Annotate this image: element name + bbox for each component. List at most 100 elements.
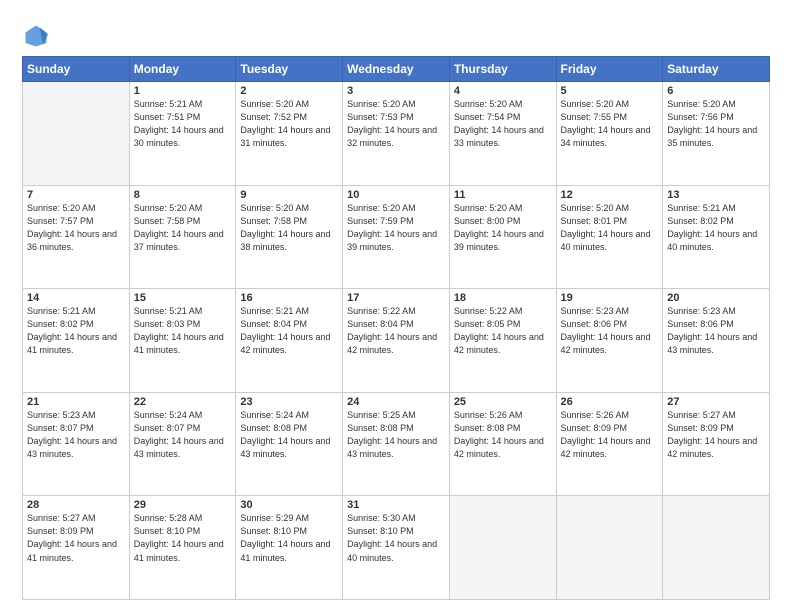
day-info: Sunrise: 5:20 AMSunset: 7:58 PMDaylight:… — [134, 202, 232, 254]
day-info: Sunrise: 5:20 AMSunset: 8:00 PMDaylight:… — [454, 202, 552, 254]
calendar-day-header: Wednesday — [343, 57, 450, 82]
calendar-cell: 13Sunrise: 5:21 AMSunset: 8:02 PMDayligh… — [663, 185, 770, 289]
day-number: 10 — [347, 189, 445, 201]
day-info: Sunrise: 5:23 AMSunset: 8:06 PMDaylight:… — [561, 305, 659, 357]
day-info: Sunrise: 5:20 AMSunset: 7:58 PMDaylight:… — [240, 202, 338, 254]
day-info: Sunrise: 5:20 AMSunset: 7:53 PMDaylight:… — [347, 98, 445, 150]
day-number: 1 — [134, 85, 232, 97]
day-info: Sunrise: 5:20 AMSunset: 8:01 PMDaylight:… — [561, 202, 659, 254]
calendar-day-header: Monday — [129, 57, 236, 82]
day-info: Sunrise: 5:22 AMSunset: 8:05 PMDaylight:… — [454, 305, 552, 357]
day-info: Sunrise: 5:20 AMSunset: 7:56 PMDaylight:… — [667, 98, 765, 150]
calendar-cell: 23Sunrise: 5:24 AMSunset: 8:08 PMDayligh… — [236, 392, 343, 496]
day-info: Sunrise: 5:27 AMSunset: 8:09 PMDaylight:… — [667, 409, 765, 461]
calendar-cell: 20Sunrise: 5:23 AMSunset: 8:06 PMDayligh… — [663, 289, 770, 393]
day-info: Sunrise: 5:22 AMSunset: 8:04 PMDaylight:… — [347, 305, 445, 357]
day-number: 23 — [240, 396, 338, 408]
day-info: Sunrise: 5:20 AMSunset: 7:55 PMDaylight:… — [561, 98, 659, 150]
day-info: Sunrise: 5:29 AMSunset: 8:10 PMDaylight:… — [240, 512, 338, 564]
calendar-cell: 18Sunrise: 5:22 AMSunset: 8:05 PMDayligh… — [449, 289, 556, 393]
calendar-cell: 12Sunrise: 5:20 AMSunset: 8:01 PMDayligh… — [556, 185, 663, 289]
calendar-cell: 31Sunrise: 5:30 AMSunset: 8:10 PMDayligh… — [343, 496, 450, 600]
day-info: Sunrise: 5:21 AMSunset: 8:02 PMDaylight:… — [27, 305, 125, 357]
calendar-header-row: SundayMondayTuesdayWednesdayThursdayFrid… — [23, 57, 770, 82]
day-number: 31 — [347, 499, 445, 511]
calendar-cell — [663, 496, 770, 600]
day-info: Sunrise: 5:21 AMSunset: 8:02 PMDaylight:… — [667, 202, 765, 254]
calendar-cell: 3Sunrise: 5:20 AMSunset: 7:53 PMDaylight… — [343, 82, 450, 186]
day-info: Sunrise: 5:25 AMSunset: 8:08 PMDaylight:… — [347, 409, 445, 461]
calendar-cell: 11Sunrise: 5:20 AMSunset: 8:00 PMDayligh… — [449, 185, 556, 289]
day-number: 19 — [561, 292, 659, 304]
day-number: 26 — [561, 396, 659, 408]
calendar-day-header: Thursday — [449, 57, 556, 82]
calendar-cell: 4Sunrise: 5:20 AMSunset: 7:54 PMDaylight… — [449, 82, 556, 186]
day-number: 2 — [240, 85, 338, 97]
calendar-cell: 17Sunrise: 5:22 AMSunset: 8:04 PMDayligh… — [343, 289, 450, 393]
calendar-cell: 30Sunrise: 5:29 AMSunset: 8:10 PMDayligh… — [236, 496, 343, 600]
day-info: Sunrise: 5:24 AMSunset: 8:07 PMDaylight:… — [134, 409, 232, 461]
day-info: Sunrise: 5:26 AMSunset: 8:08 PMDaylight:… — [454, 409, 552, 461]
calendar-cell: 27Sunrise: 5:27 AMSunset: 8:09 PMDayligh… — [663, 392, 770, 496]
calendar-cell: 21Sunrise: 5:23 AMSunset: 8:07 PMDayligh… — [23, 392, 130, 496]
calendar-cell: 16Sunrise: 5:21 AMSunset: 8:04 PMDayligh… — [236, 289, 343, 393]
calendar-cell: 15Sunrise: 5:21 AMSunset: 8:03 PMDayligh… — [129, 289, 236, 393]
day-info: Sunrise: 5:20 AMSunset: 7:54 PMDaylight:… — [454, 98, 552, 150]
calendar-week-row: 7Sunrise: 5:20 AMSunset: 7:57 PMDaylight… — [23, 185, 770, 289]
header — [22, 18, 770, 50]
calendar-day-header: Sunday — [23, 57, 130, 82]
day-number: 28 — [27, 499, 125, 511]
day-number: 21 — [27, 396, 125, 408]
calendar-week-row: 14Sunrise: 5:21 AMSunset: 8:02 PMDayligh… — [23, 289, 770, 393]
calendar-cell: 10Sunrise: 5:20 AMSunset: 7:59 PMDayligh… — [343, 185, 450, 289]
calendar-cell: 1Sunrise: 5:21 AMSunset: 7:51 PMDaylight… — [129, 82, 236, 186]
day-info: Sunrise: 5:23 AMSunset: 8:07 PMDaylight:… — [27, 409, 125, 461]
calendar-cell — [556, 496, 663, 600]
day-number: 16 — [240, 292, 338, 304]
day-number: 24 — [347, 396, 445, 408]
day-number: 14 — [27, 292, 125, 304]
day-number: 29 — [134, 499, 232, 511]
page: SundayMondayTuesdayWednesdayThursdayFrid… — [0, 0, 792, 612]
calendar-cell — [23, 82, 130, 186]
calendar-cell: 24Sunrise: 5:25 AMSunset: 8:08 PMDayligh… — [343, 392, 450, 496]
calendar-cell: 8Sunrise: 5:20 AMSunset: 7:58 PMDaylight… — [129, 185, 236, 289]
day-info: Sunrise: 5:24 AMSunset: 8:08 PMDaylight:… — [240, 409, 338, 461]
calendar-day-header: Saturday — [663, 57, 770, 82]
day-info: Sunrise: 5:28 AMSunset: 8:10 PMDaylight:… — [134, 512, 232, 564]
calendar-cell: 26Sunrise: 5:26 AMSunset: 8:09 PMDayligh… — [556, 392, 663, 496]
day-info: Sunrise: 5:23 AMSunset: 8:06 PMDaylight:… — [667, 305, 765, 357]
day-number: 4 — [454, 85, 552, 97]
day-number: 12 — [561, 189, 659, 201]
calendar-day-header: Tuesday — [236, 57, 343, 82]
day-info: Sunrise: 5:27 AMSunset: 8:09 PMDaylight:… — [27, 512, 125, 564]
calendar-cell: 6Sunrise: 5:20 AMSunset: 7:56 PMDaylight… — [663, 82, 770, 186]
day-info: Sunrise: 5:20 AMSunset: 7:57 PMDaylight:… — [27, 202, 125, 254]
day-info: Sunrise: 5:21 AMSunset: 8:04 PMDaylight:… — [240, 305, 338, 357]
calendar-cell: 2Sunrise: 5:20 AMSunset: 7:52 PMDaylight… — [236, 82, 343, 186]
day-number: 15 — [134, 292, 232, 304]
calendar-cell: 19Sunrise: 5:23 AMSunset: 8:06 PMDayligh… — [556, 289, 663, 393]
calendar-cell: 5Sunrise: 5:20 AMSunset: 7:55 PMDaylight… — [556, 82, 663, 186]
day-number: 7 — [27, 189, 125, 201]
calendar-table: SundayMondayTuesdayWednesdayThursdayFrid… — [22, 56, 770, 600]
day-info: Sunrise: 5:26 AMSunset: 8:09 PMDaylight:… — [561, 409, 659, 461]
calendar-cell: 7Sunrise: 5:20 AMSunset: 7:57 PMDaylight… — [23, 185, 130, 289]
day-number: 22 — [134, 396, 232, 408]
calendar-week-row: 28Sunrise: 5:27 AMSunset: 8:09 PMDayligh… — [23, 496, 770, 600]
calendar-week-row: 1Sunrise: 5:21 AMSunset: 7:51 PMDaylight… — [23, 82, 770, 186]
calendar-cell — [449, 496, 556, 600]
day-number: 25 — [454, 396, 552, 408]
calendar-cell: 29Sunrise: 5:28 AMSunset: 8:10 PMDayligh… — [129, 496, 236, 600]
day-number: 17 — [347, 292, 445, 304]
day-number: 6 — [667, 85, 765, 97]
day-number: 8 — [134, 189, 232, 201]
calendar-cell: 28Sunrise: 5:27 AMSunset: 8:09 PMDayligh… — [23, 496, 130, 600]
day-number: 20 — [667, 292, 765, 304]
day-info: Sunrise: 5:20 AMSunset: 7:52 PMDaylight:… — [240, 98, 338, 150]
day-number: 27 — [667, 396, 765, 408]
day-number: 18 — [454, 292, 552, 304]
calendar-day-header: Friday — [556, 57, 663, 82]
day-number: 13 — [667, 189, 765, 201]
logo — [22, 22, 54, 50]
